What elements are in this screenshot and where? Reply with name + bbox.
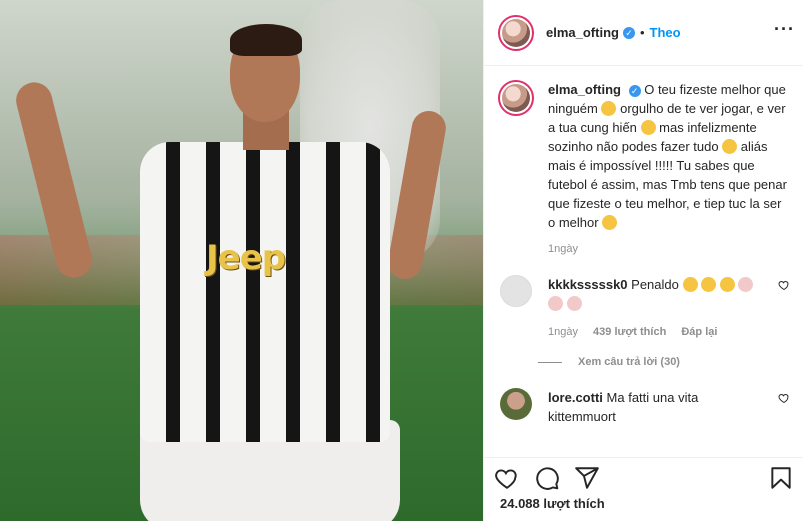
caption-time[interactable]: 1ngày (548, 240, 788, 259)
post-side-panel: elma_ofting ✓ • Theo ··· elma_ofting ✓ O… (483, 0, 803, 521)
view-replies-button[interactable]: Xem câu trả lời (30) (538, 356, 803, 368)
reply-button[interactable]: Đáp lại (681, 326, 717, 338)
comment-time[interactable]: 1ngày (548, 326, 578, 338)
caption-avatar[interactable] (498, 80, 534, 116)
post-header: elma_ofting ✓ • Theo ··· (484, 0, 803, 66)
jersey (140, 142, 390, 442)
heart-icon[interactable] (778, 392, 790, 404)
verified-icon: ✓ (628, 85, 641, 97)
thumbs-down-emoji (722, 139, 738, 154)
jersey-sponsor-logo: Jeep (206, 238, 286, 278)
comment-username[interactable]: kkkksssssk0 (548, 277, 628, 292)
bookmark-icon[interactable] (768, 465, 794, 491)
post-photo[interactable]: Jeep (0, 0, 483, 521)
author-username[interactable]: elma_ofting (546, 25, 619, 40)
verified-icon: ✓ (622, 26, 635, 39)
post-caption: elma_ofting ✓ O teu fizeste melhor que n… (484, 80, 803, 259)
comment-item: lore.cotti Ma fatti una vita kittemmuort (484, 388, 803, 426)
comment-username[interactable]: lore.cotti (548, 390, 603, 405)
comment-item: kkkksssssk0 Penaldo 1ngày 439 lượt thích… (484, 275, 803, 342)
laughing-emoji (701, 277, 717, 292)
clown-emoji (738, 277, 754, 292)
comment-text: Penaldo (631, 277, 679, 292)
raised-hands-emoji (602, 215, 618, 230)
praying-hands-emoji (640, 120, 656, 135)
post-actions: 24.088 lượt thích (484, 457, 803, 521)
praying-hands-emoji (601, 101, 617, 116)
laughing-emoji (682, 277, 698, 292)
laughing-emoji (719, 277, 735, 292)
hair (230, 24, 302, 56)
comment-meta: 1ngày 439 lượt thích Đáp lại (548, 323, 768, 342)
comment-icon[interactable] (534, 465, 560, 491)
comment-likes[interactable]: 439 lượt thích (593, 326, 666, 338)
action-icons (484, 458, 803, 494)
heart-icon[interactable] (494, 465, 520, 491)
separator: • (639, 25, 645, 40)
caption-username[interactable]: elma_ofting (548, 82, 621, 97)
heart-icon[interactable] (778, 279, 790, 291)
replies-divider (538, 361, 562, 363)
comment-avatar[interactable] (500, 388, 532, 420)
clown-emoji (566, 296, 582, 311)
player-figure: Jeep (12, 24, 449, 521)
comment-avatar[interactable] (500, 275, 532, 307)
clown-emoji (548, 296, 563, 311)
more-icon[interactable]: ··· (774, 20, 795, 38)
comments-list[interactable]: elma_ofting ✓ O teu fizeste melhor que n… (484, 80, 803, 455)
author-avatar[interactable] (498, 14, 534, 51)
likes-count[interactable]: 24.088 lượt thích (484, 496, 803, 511)
share-icon[interactable] (574, 465, 600, 491)
follow-button[interactable]: Theo (650, 25, 681, 40)
